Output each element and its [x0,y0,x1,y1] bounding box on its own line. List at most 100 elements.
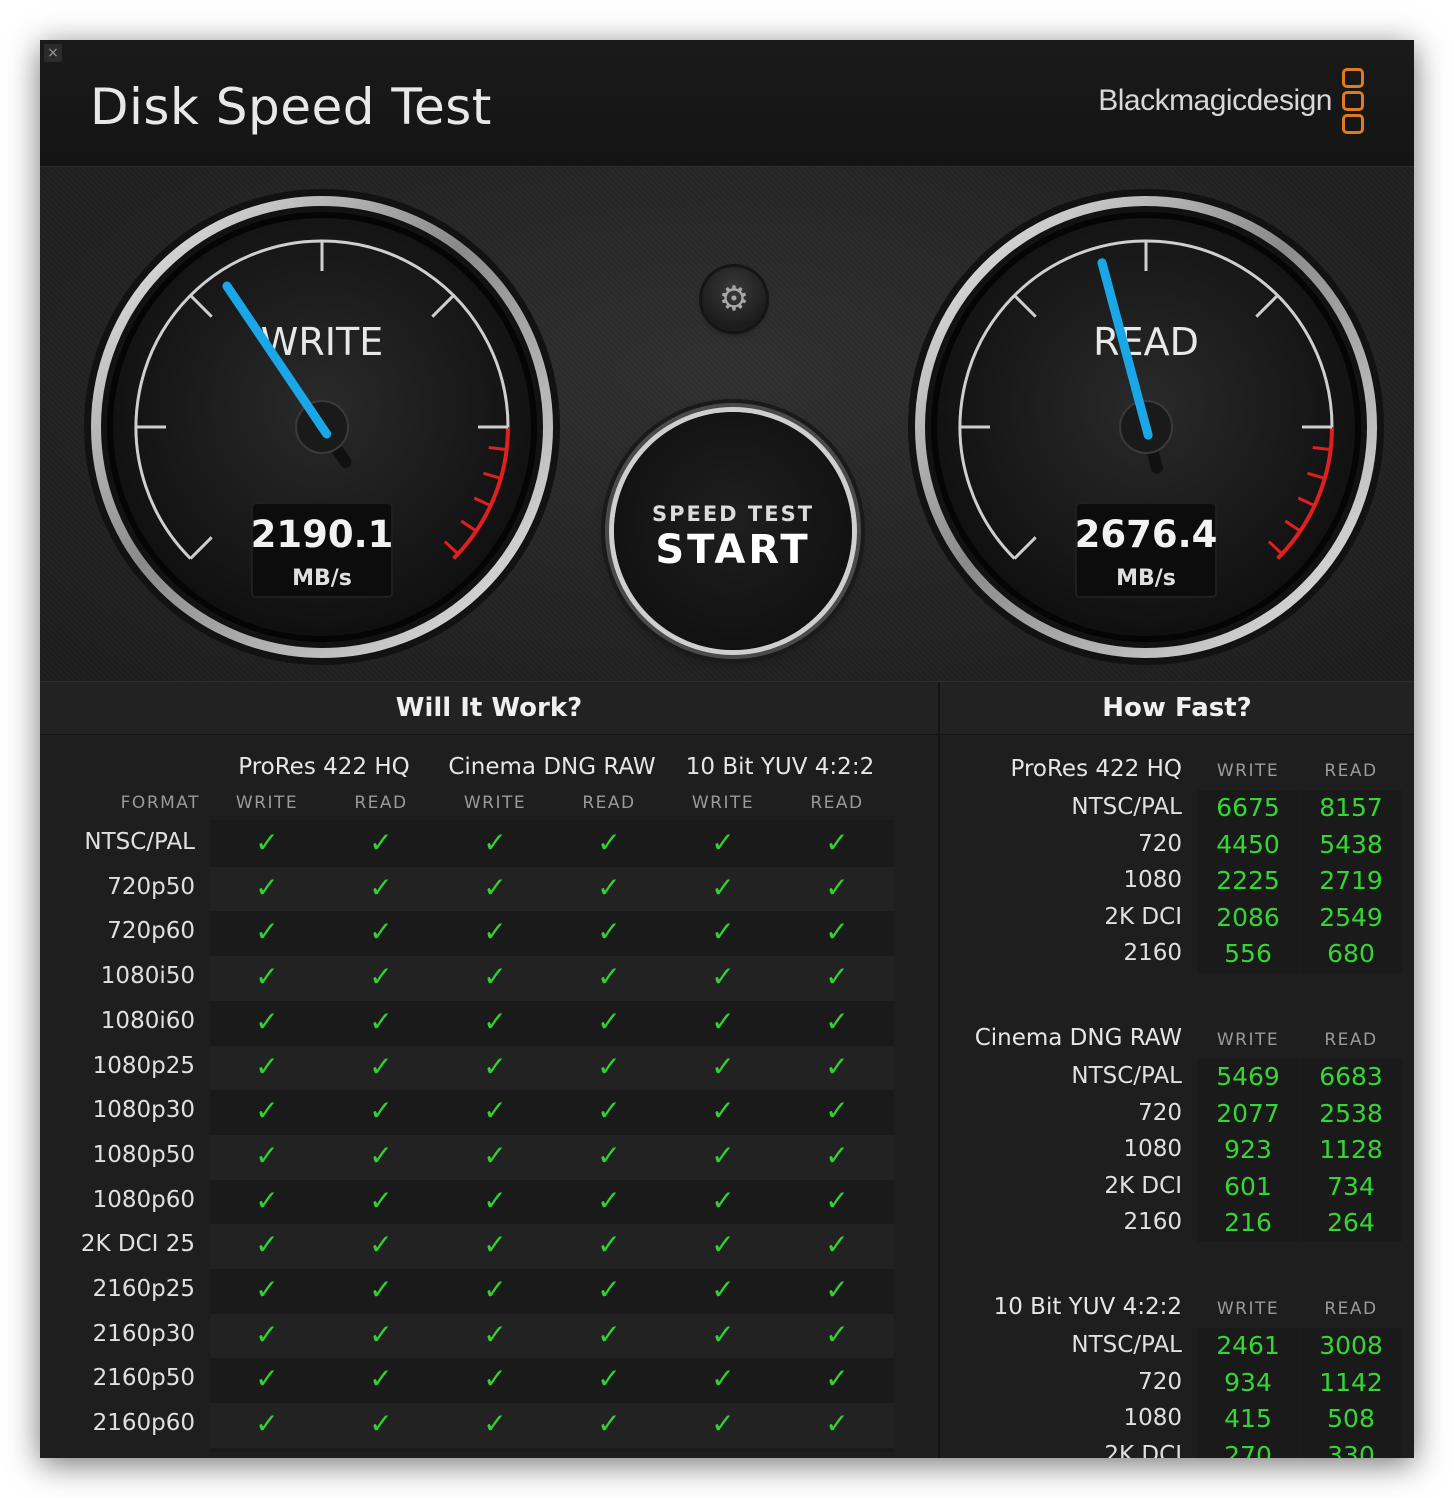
gauge-value: 2676.4 [1075,513,1218,556]
check-icon: ✓ [825,1407,849,1441]
gear-icon: ⚙ [718,279,750,319]
check-icon: ✓ [255,1317,279,1351]
check-icon: ✓ [711,1183,735,1217]
check-icon: ✓ [483,1094,507,1128]
format-label: 2160p60 [92,1410,195,1437]
format-label: 2K DCI 25 [80,1231,195,1258]
check-icon: ✓ [597,1273,621,1306]
check-icon: ✓ [483,1317,507,1351]
brand-name: Blackmagicdesign [1098,84,1332,117]
check-icon: ✓ [825,1317,849,1351]
check-icon: ✓ [711,915,735,949]
check-icon: ✓ [369,1362,393,1396]
check-icon: ✓ [597,1049,621,1083]
format-label: 720p50 [107,873,195,900]
check-icon: ✓ [597,1317,621,1351]
check-icon: ✓ [483,1183,507,1217]
write-column-header: WRITE [1216,1299,1280,1319]
disk-speed-test-window: × Disk Speed Test Blackmagicdesign WRITE… [40,40,1414,1458]
read-fps-value: 6683 [1319,1062,1383,1091]
check-icon: ✓ [597,1228,621,1262]
read-fps-value: 734 [1327,1171,1375,1201]
format-label: 2160p25 [92,1276,195,1302]
write-fps-value: 216 [1224,1208,1272,1238]
gauge-area: WRITE 2190.1 MB/s READ 2676.4 MB/s ⚙ SPEED T… [40,167,1414,682]
check-icon: ✓ [483,915,507,949]
how-fast-title: How Fast? [940,682,1414,735]
check-icon: ✓ [711,1228,735,1262]
check-icon: ✓ [711,826,735,859]
format-label: 1080i60 [100,1007,195,1034]
check-icon: ✓ [255,1138,279,1172]
check-icon: ✓ [825,826,849,859]
resolution-label: NTSC/PAL [1071,1332,1182,1358]
read-column-header: READ [354,793,408,813]
check-icon: ✓ [825,1004,849,1038]
check-icon: ✓ [597,1138,621,1172]
read-column-header: READ [1324,761,1378,781]
check-icon: ✓ [711,1138,735,1172]
read-fps-value: 3008 [1319,1331,1383,1360]
resolution-label: 2K DCI [1104,1172,1182,1199]
check-icon: ✓ [369,960,393,994]
read-fps-value: 2549 [1319,902,1383,932]
resolution-label: NTSC/PAL [1071,794,1182,820]
check-icon: ✓ [255,1183,279,1217]
check-icon: ✓ [369,1317,393,1351]
check-icon: ✓ [369,1228,393,1262]
check-icon: ✓ [255,1049,279,1083]
format-label: 2160p50 [92,1365,195,1392]
codec-group-header: Cinema DNG RAW [448,754,656,780]
read-fps-value: 8157 [1319,793,1383,822]
read-fps-value: 2538 [1319,1098,1383,1128]
codec-section-title: 10 Bit YUV 4:2:2 [993,1294,1182,1320]
close-button[interactable]: × [44,44,62,62]
check-icon: ✓ [711,1407,735,1441]
write-fps-value: 923 [1224,1135,1272,1165]
check-icon: ✓ [255,1004,279,1038]
read-gauge: READ 2676.4 MB/s [904,185,1388,669]
resolution-label: 2160 [1123,1209,1182,1236]
format-label: 1080i50 [100,963,195,990]
check-icon: ✓ [597,870,621,904]
start-button-sublabel: SPEED TEST [651,502,815,526]
check-icon: ✓ [825,870,849,904]
resolution-label: 1080 [1123,1405,1182,1432]
resolution-label: 2K DCI [1104,1441,1182,1458]
read-column-header: READ [1324,1299,1378,1319]
settings-button[interactable]: ⚙ [702,267,766,331]
check-icon: ✓ [369,1094,393,1128]
format-label: 720p60 [107,918,195,945]
check-icon: ✓ [711,1317,735,1351]
gauge-unit: MB/s [292,566,352,591]
check-icon: ✓ [255,1273,279,1306]
format-label: NTSC/PAL [84,829,195,855]
will-it-work-title: Will It Work? [40,682,938,735]
check-icon: ✓ [597,1094,621,1128]
check-icon: ✓ [711,1362,735,1396]
write-column-header: WRITE [463,793,527,813]
format-label: 1080p30 [92,1097,195,1124]
check-icon: ✓ [483,870,507,904]
resolution-label: 720 [1138,1368,1182,1395]
gauge-label: READ [1093,320,1199,364]
check-icon: ✓ [255,1228,279,1262]
check-icon: ✓ [711,960,735,994]
app-title: Disk Speed Test [90,78,492,136]
check-icon: ✓ [483,1004,507,1038]
resolution-label: 720 [1138,1099,1182,1126]
speed-test-start-button[interactable]: SPEED TEST START [614,412,852,650]
check-icon: ✓ [711,1049,735,1083]
gauge-value: 2190.1 [251,513,394,556]
check-icon: ✓ [483,1273,507,1306]
format-label: 1080p25 [92,1052,195,1079]
title-bar: × Disk Speed Test Blackmagicdesign [40,40,1414,167]
check-icon: ✓ [369,1183,393,1217]
read-fps-value: 508 [1327,1404,1375,1434]
format-label: 1080p60 [92,1186,195,1213]
write-column-header: WRITE [235,793,299,813]
resolution-label: 2K DCI [1104,903,1182,930]
write-fps-value: 556 [1224,939,1272,969]
read-fps-value: 680 [1327,939,1375,969]
codec-section-title: ProRes 422 HQ [1010,756,1183,782]
